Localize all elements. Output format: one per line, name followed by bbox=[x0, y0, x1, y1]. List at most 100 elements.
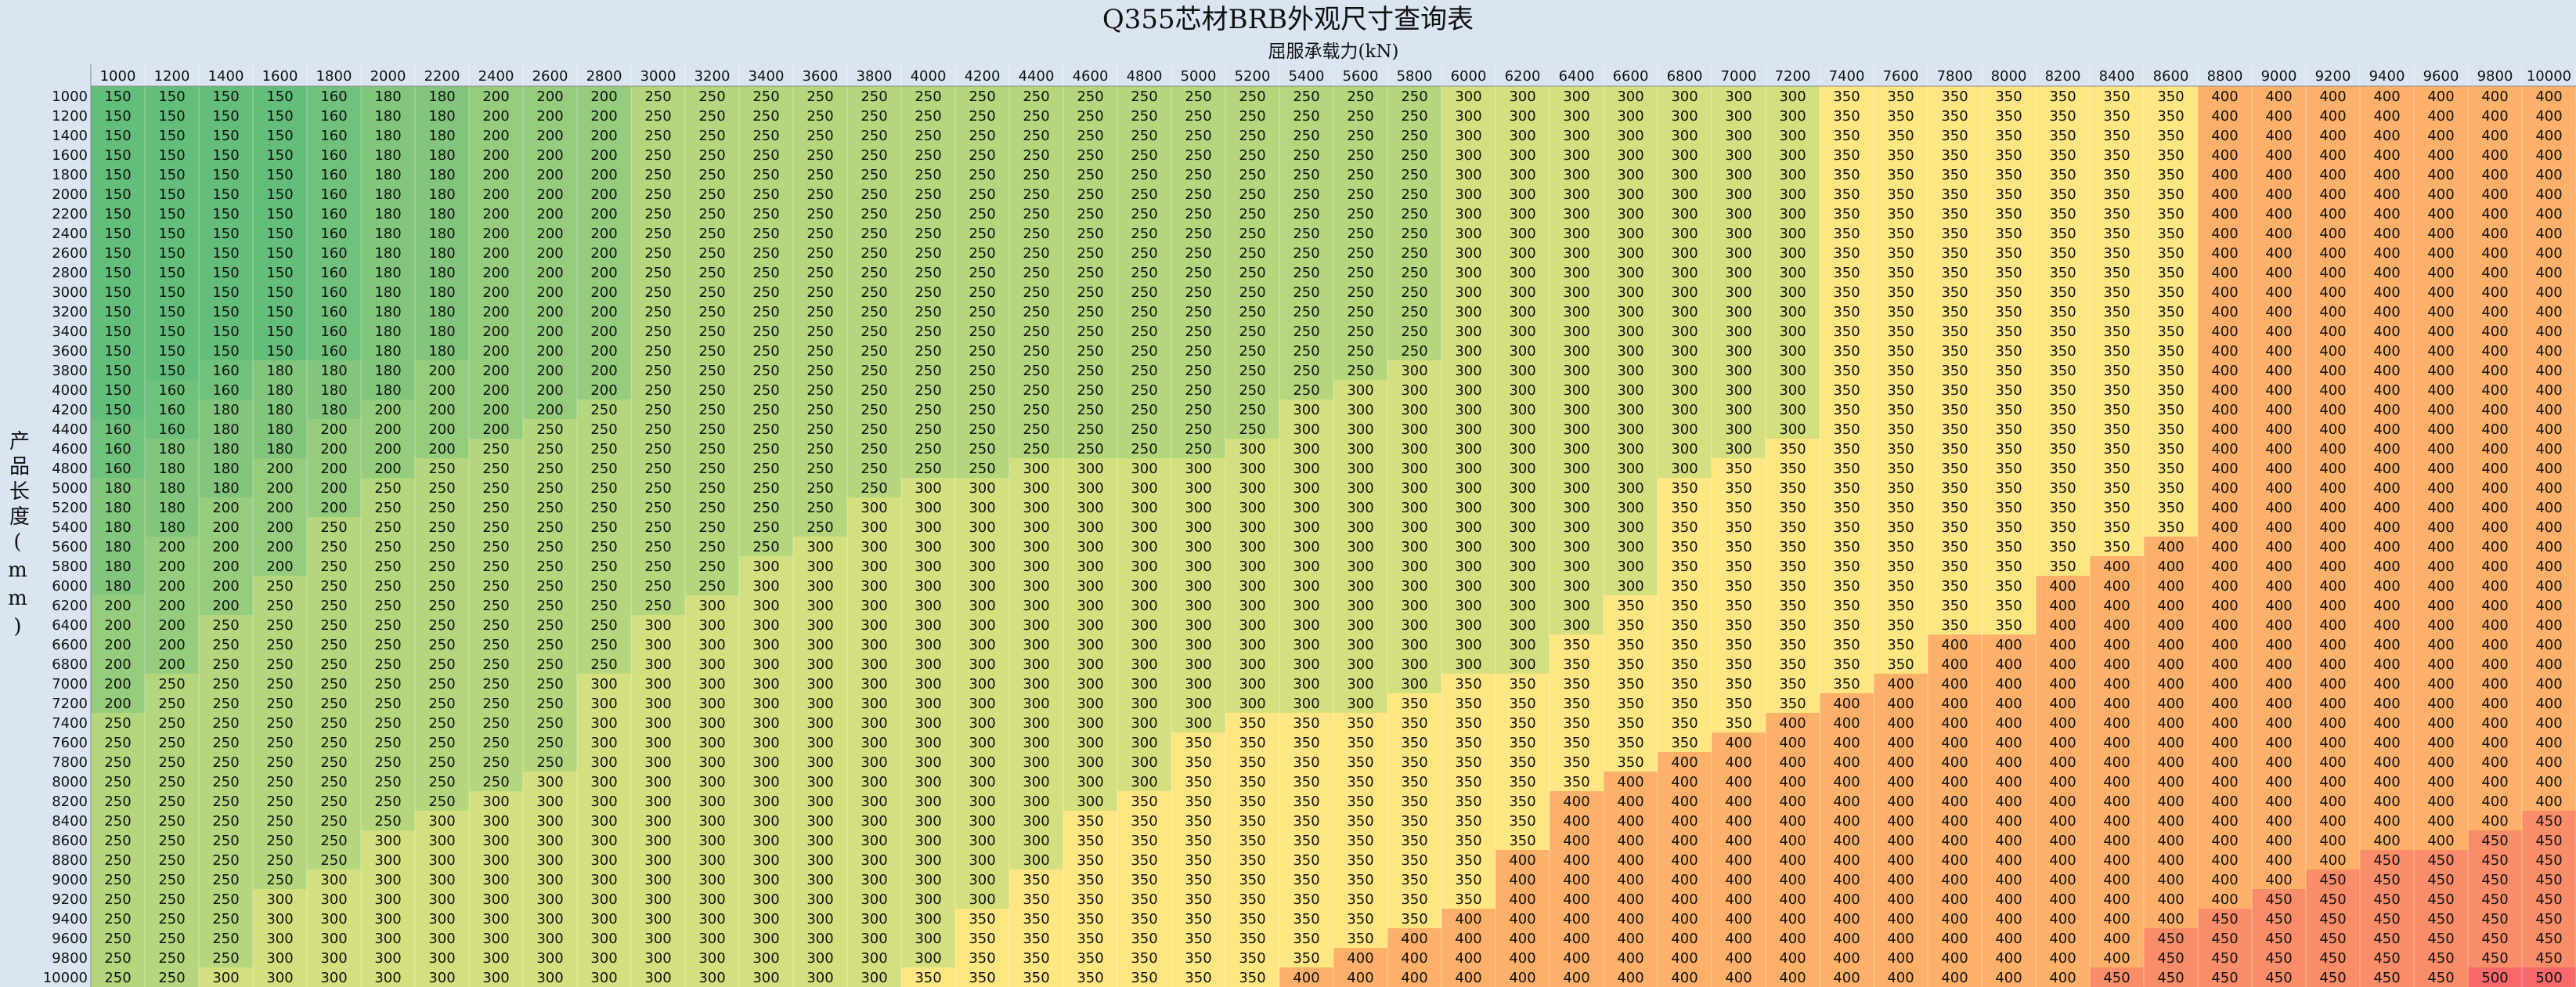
cell-value: 350 bbox=[1131, 852, 1157, 869]
cell-value: 350 bbox=[1887, 382, 1914, 399]
cell-value: 400 bbox=[2481, 715, 2508, 732]
cell-value: 350 bbox=[1941, 167, 1968, 183]
cell-value: 350 bbox=[1995, 108, 2022, 125]
cell-value: 250 bbox=[1023, 382, 1049, 399]
y-tick-label: 8800 bbox=[52, 852, 88, 869]
cell-value: 250 bbox=[1347, 147, 1373, 164]
cell-value: 300 bbox=[860, 754, 887, 771]
cell-value: 300 bbox=[1239, 441, 1265, 457]
cell-value: 300 bbox=[752, 852, 779, 869]
cell-value: 400 bbox=[2049, 774, 2076, 790]
y-tick-label: 7000 bbox=[52, 676, 88, 692]
cell-value: 300 bbox=[1509, 89, 1535, 105]
cell-value: 400 bbox=[2427, 559, 2454, 575]
y-tick-label: 4800 bbox=[52, 461, 88, 477]
cell-value: 350 bbox=[1941, 128, 1968, 144]
cell-value: 400 bbox=[2049, 891, 2076, 908]
cell-value: 300 bbox=[374, 911, 401, 927]
cell-value: 400 bbox=[2103, 852, 2130, 869]
cell-value: 400 bbox=[2373, 480, 2400, 497]
cell-value: 300 bbox=[1023, 794, 1049, 810]
cell-value: 180 bbox=[104, 578, 131, 595]
cell-value: 300 bbox=[1671, 108, 1697, 125]
cell-value: 250 bbox=[1023, 147, 1049, 164]
cell-value: 300 bbox=[1455, 617, 1481, 634]
cell-value: 300 bbox=[1563, 519, 1589, 536]
cell-value: 300 bbox=[860, 931, 887, 947]
cell-value: 150 bbox=[104, 343, 131, 360]
cell-value: 400 bbox=[2427, 128, 2454, 144]
cell-value: 350 bbox=[1023, 970, 1049, 986]
cell-value: 300 bbox=[212, 970, 239, 986]
cell-value: 450 bbox=[2427, 931, 2454, 947]
cell-value: 300 bbox=[1131, 598, 1157, 614]
cell-value: 250 bbox=[536, 754, 563, 771]
cell-value: 150 bbox=[212, 265, 239, 281]
cell-value: 450 bbox=[2481, 872, 2508, 888]
cell-value: 250 bbox=[266, 617, 293, 634]
cell-value: 250 bbox=[104, 852, 131, 869]
cell-value: 250 bbox=[104, 735, 131, 751]
cell-value: 400 bbox=[2535, 343, 2562, 360]
cell-value: 180 bbox=[212, 421, 239, 438]
cell-value: 400 bbox=[2427, 480, 2454, 497]
cell-value: 250 bbox=[1077, 226, 1103, 242]
cell-value: 200 bbox=[482, 363, 509, 379]
cell-value: 300 bbox=[1725, 304, 1752, 320]
x-tick-label: 8600 bbox=[2153, 68, 2189, 85]
cell-value: 300 bbox=[1347, 402, 1373, 418]
cell-value: 300 bbox=[320, 950, 347, 967]
cell-value: 200 bbox=[266, 480, 293, 497]
cell-value: 250 bbox=[698, 480, 725, 497]
cell-value: 200 bbox=[590, 304, 617, 320]
cell-value: 350 bbox=[1671, 617, 1697, 634]
cell-value: 250 bbox=[806, 89, 833, 105]
cell-value: 300 bbox=[1563, 617, 1589, 634]
cell-value: 400 bbox=[2319, 284, 2346, 301]
cell-value: 400 bbox=[2481, 500, 2508, 516]
cell-value: 400 bbox=[2319, 206, 2346, 222]
cell-value: 160 bbox=[320, 89, 347, 105]
cell-value: 350 bbox=[1887, 656, 1914, 673]
cell-value: 400 bbox=[2373, 637, 2400, 653]
cell-value: 300 bbox=[1131, 578, 1157, 595]
cell-value: 400 bbox=[1941, 656, 1968, 673]
cell-value: 400 bbox=[1887, 833, 1914, 849]
cell-value: 350 bbox=[1941, 578, 1968, 595]
x-tick-label: 2200 bbox=[424, 68, 460, 85]
cell-value: 250 bbox=[915, 147, 941, 164]
y-tick-label: 9600 bbox=[52, 931, 88, 947]
cell-value: 180 bbox=[374, 363, 401, 379]
cell-value: 250 bbox=[1347, 324, 1373, 340]
cell-value: 400 bbox=[2049, 735, 2076, 751]
cell-value: 400 bbox=[2157, 539, 2184, 555]
cell-value: 300 bbox=[1455, 480, 1481, 497]
cell-value: 300 bbox=[1725, 206, 1752, 222]
cell-value: 400 bbox=[2535, 617, 2562, 634]
cell-value: 350 bbox=[1077, 970, 1103, 986]
cell-value: 150 bbox=[104, 245, 131, 262]
cell-value: 200 bbox=[590, 382, 617, 399]
cell-value: 350 bbox=[1887, 421, 1914, 438]
cell-value: 250 bbox=[860, 402, 887, 418]
cell-value: 400 bbox=[2319, 519, 2346, 536]
cell-value: 350 bbox=[1725, 656, 1752, 673]
cell-value: 300 bbox=[1725, 147, 1752, 164]
cell-value: 400 bbox=[2481, 147, 2508, 164]
cell-value: 180 bbox=[104, 539, 131, 555]
cell-value: 400 bbox=[1887, 774, 1914, 790]
x-tick-label: 7200 bbox=[1775, 68, 1811, 85]
cell-value: 180 bbox=[374, 382, 401, 399]
cell-value: 400 bbox=[2535, 656, 2562, 673]
cell-value: 250 bbox=[320, 539, 347, 555]
cell-value: 300 bbox=[1293, 480, 1319, 497]
cell-value: 300 bbox=[698, 950, 725, 967]
cell-value: 400 bbox=[2319, 441, 2346, 457]
cell-value: 250 bbox=[644, 167, 671, 183]
cell-value: 400 bbox=[1563, 931, 1589, 947]
cell-value: 400 bbox=[2319, 774, 2346, 790]
cell-value: 180 bbox=[320, 382, 347, 399]
cell-value: 350 bbox=[1293, 950, 1319, 967]
cell-value: 250 bbox=[266, 715, 293, 732]
cell-value: 250 bbox=[590, 578, 617, 595]
